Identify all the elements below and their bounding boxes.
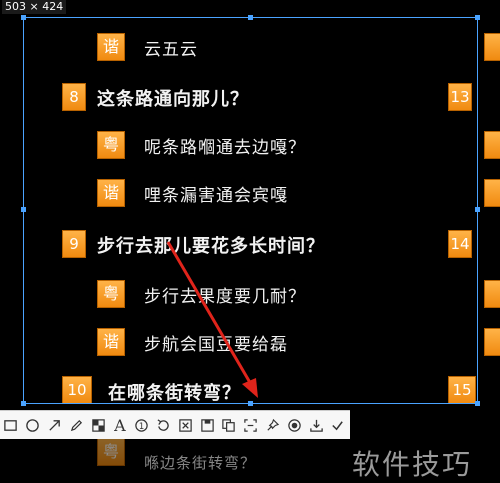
ocr-icon[interactable] [240, 411, 262, 439]
resize-handle[interactable] [21, 401, 26, 406]
resize-handle[interactable] [248, 401, 253, 406]
selection-rectangle[interactable] [23, 17, 478, 404]
save-icon[interactable] [196, 411, 218, 439]
resize-handle[interactable] [475, 207, 480, 212]
record-icon[interactable] [283, 411, 305, 439]
svg-text:1: 1 [139, 420, 144, 430]
ellipse-icon[interactable] [22, 411, 44, 439]
pin-icon[interactable] [262, 411, 284, 439]
rectangle-icon[interactable] [0, 411, 22, 439]
pencil-icon[interactable] [65, 411, 87, 439]
download-icon[interactable] [305, 411, 327, 439]
resize-handle[interactable] [21, 207, 26, 212]
resize-handle[interactable] [248, 15, 253, 20]
watermark-text: 软件技巧 [352, 448, 473, 481]
screenshot-toolbar: A 1 [0, 410, 350, 439]
resize-handle[interactable] [21, 15, 26, 20]
resize-handle[interactable] [475, 401, 480, 406]
undo-icon[interactable] [153, 411, 175, 439]
mosaic-icon[interactable] [87, 411, 109, 439]
text-icon[interactable]: A [109, 411, 131, 439]
numbered-marker-icon[interactable]: 1 [131, 411, 153, 439]
cancel-icon[interactable] [174, 411, 196, 439]
check-icon[interactable] [327, 411, 349, 439]
selection-size-label: 503 × 424 [2, 0, 67, 14]
arrow-icon[interactable] [44, 411, 66, 439]
copy-icon[interactable] [218, 411, 240, 439]
resize-handle[interactable] [475, 15, 480, 20]
